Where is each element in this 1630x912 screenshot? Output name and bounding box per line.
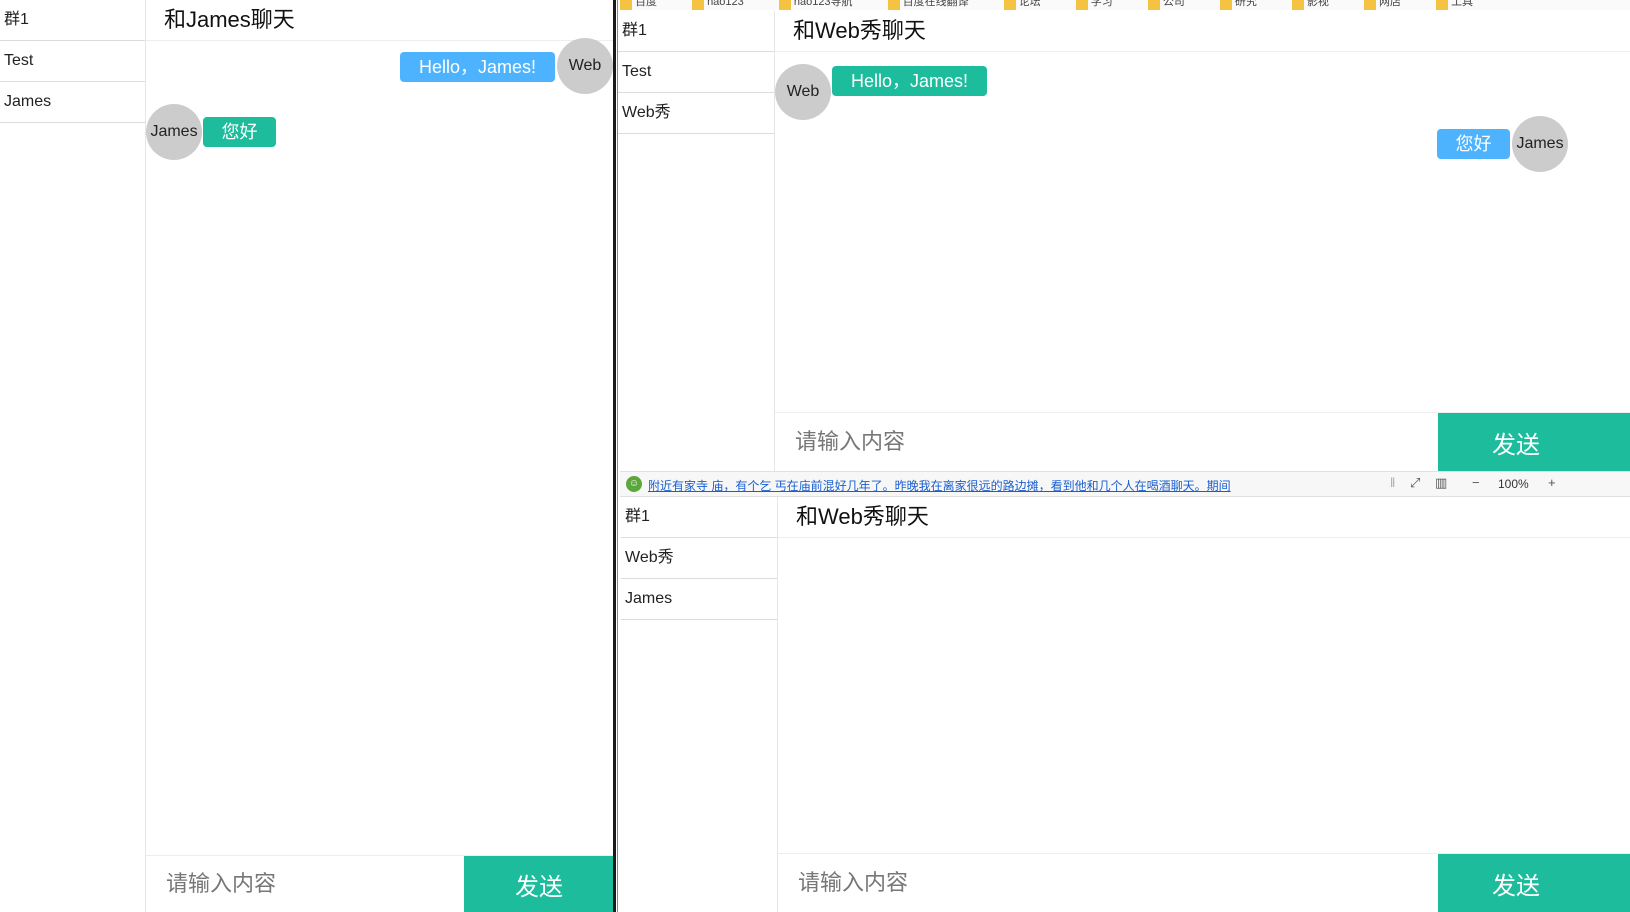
- news-mascot-icon: ☺: [626, 476, 642, 492]
- folder-icon: [1364, 0, 1376, 10]
- send-button[interactable]: 发送: [464, 856, 614, 912]
- message-input-bar: 发送: [778, 853, 1630, 912]
- folder-icon: [1436, 0, 1449, 10]
- sidebar-item-test[interactable]: Test: [0, 41, 145, 82]
- top-right-chat-area: 和Web秀聊天 Web Hello，James! 您好 James 发送: [775, 11, 1630, 471]
- message-input[interactable]: [775, 413, 1438, 471]
- sidebar-item-webxiu[interactable]: Web秀: [621, 538, 777, 579]
- top-right-sidebar: 群1 Test Web秀: [618, 11, 775, 471]
- sidebar-item-group1[interactable]: 群1: [621, 497, 777, 538]
- chat-title: 和Web秀聊天: [778, 497, 1630, 538]
- sidebar-item-james[interactable]: James: [621, 579, 777, 620]
- news-ticker-link[interactable]: 附近有家寺 庙，有个乞 丐在庙前混好几年了。昨晚我在离家很远的路边摊，看到他和几…: [648, 477, 1231, 494]
- sidebar-item-james[interactable]: James: [0, 82, 145, 123]
- bottom-right-chat-window: 群1 Web秀 James 和Web秀聊天 发送: [621, 497, 1630, 912]
- fullscreen-icon[interactable]: ⤢: [1410, 475, 1420, 491]
- bookmark-item[interactable]: hao123导航: [778, 0, 869, 10]
- message-input-bar: 发送: [775, 412, 1630, 471]
- folder-icon: [1219, 0, 1232, 10]
- message-bubble-sent: 您好: [1437, 129, 1510, 159]
- split-view-icon[interactable]: ▥: [1435, 475, 1447, 491]
- sidebar-item-test[interactable]: Test: [618, 52, 774, 93]
- left-chat-area: 和James聊天 Hello，James! Web James 您好 发送: [146, 0, 614, 912]
- chat-title: 和Web秀聊天: [775, 11, 1630, 52]
- bookmark-item[interactable]: hao123: [692, 0, 760, 10]
- avatar-james: James: [146, 104, 202, 160]
- bookmark-icon: [620, 0, 632, 10]
- bookmark-icon: [887, 0, 900, 10]
- separator-icon: ‖: [1390, 475, 1396, 490]
- zoom-out-button[interactable]: −: [1472, 475, 1480, 490]
- avatar-web: Web: [557, 38, 613, 94]
- window-divider: [613, 0, 616, 912]
- bookmark-item[interactable]: 百度在线翻译: [887, 0, 985, 10]
- left-sidebar: 群1 Test James: [0, 0, 146, 912]
- bookmark-icon: [692, 0, 705, 10]
- bottom-right-sidebar: 群1 Web秀 James: [621, 497, 778, 912]
- avatar-web: Web: [775, 64, 831, 120]
- zoom-level: 100%: [1498, 477, 1529, 491]
- bookmarks-bar: 百度 hao123 hao123导航 百度在线翻译 论坛 学习 公司 研究 影视…: [620, 0, 1630, 10]
- bookmark-item[interactable]: 论坛: [1003, 0, 1057, 10]
- browser-status-bar: ☺ 附近有家寺 庙，有个乞 丐在庙前混好几年了。昨晚我在离家很远的路边摊，看到他…: [620, 471, 1630, 497]
- bookmark-item[interactable]: 网店: [1364, 0, 1417, 10]
- message-bubble-received: 您好: [203, 117, 276, 147]
- bottom-right-chat-area: 和Web秀聊天 发送: [778, 497, 1630, 912]
- folder-icon: [1147, 0, 1160, 10]
- folder-icon: [1075, 0, 1088, 10]
- bookmark-item[interactable]: 公司: [1147, 0, 1201, 10]
- avatar-james: James: [1512, 116, 1568, 172]
- bookmark-item[interactable]: 学习: [1075, 0, 1129, 10]
- folder-icon: [1003, 0, 1016, 10]
- sidebar-item-group1[interactable]: 群1: [0, 0, 145, 41]
- sidebar-item-webxiu[interactable]: Web秀: [618, 93, 774, 134]
- zoom-in-button[interactable]: +: [1548, 475, 1556, 490]
- message-bubble-received: Hello，James!: [832, 66, 987, 96]
- sidebar-item-group1[interactable]: 群1: [618, 11, 774, 52]
- folder-icon: [1291, 0, 1304, 10]
- bookmark-item[interactable]: 百度: [620, 0, 673, 10]
- top-right-chat-window: 群1 Test Web秀 和Web秀聊天 Web Hello，James! 您好…: [618, 11, 1630, 471]
- message-bubble-sent: Hello，James!: [400, 52, 555, 82]
- left-chat-window: 群1 Test James 和James聊天 Hello，James! Web …: [0, 0, 614, 912]
- message-input[interactable]: [778, 854, 1438, 912]
- bookmark-item[interactable]: 工具: [1436, 0, 1489, 10]
- send-button[interactable]: 发送: [1438, 413, 1630, 471]
- bookmark-icon: [778, 0, 791, 10]
- message-input-bar: 发送: [146, 855, 614, 912]
- bookmark-item[interactable]: 影视: [1291, 0, 1345, 10]
- chat-title: 和James聊天: [146, 0, 614, 41]
- message-input[interactable]: [146, 856, 464, 912]
- bookmark-item[interactable]: 研究: [1219, 0, 1273, 10]
- send-button[interactable]: 发送: [1438, 854, 1630, 912]
